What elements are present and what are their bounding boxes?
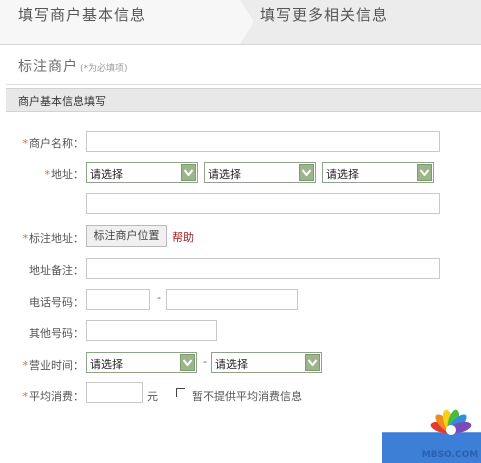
address-label: *地址： [44,168,85,181]
avg-cost-input[interactable] [86,382,143,403]
district-select[interactable]: 请选择 [322,162,434,183]
form-subheader-label: 商户基本信息填写 [18,95,106,108]
chevron-down-icon [417,164,432,181]
watermark-text: MBSO.COM [422,450,478,460]
chevron-down-icon [299,164,314,181]
address-note-label: 地址备注： [29,264,84,277]
section-title: 标注商户 (*为必填项) [18,59,128,75]
province-select[interactable]: 请选择 [86,162,198,183]
divider [6,84,481,85]
hours-end-select[interactable]: 请选择 [211,352,322,373]
step-1-label: 填写商户基本信息 [18,6,147,24]
address-detail-input[interactable] [86,193,440,214]
hours-label: *营业时间： [22,359,85,372]
hours-separator: - [203,355,207,368]
name-label: *商户名称： [22,137,85,150]
hours-start-select[interactable]: 请选择 [86,352,197,373]
no-avg-cost-checkbox[interactable] [176,388,185,397]
step-arrow [240,0,254,44]
step-2-label: 填写更多相关信息 [260,6,389,24]
no-avg-cost-label: 暂不提供平均消费信息 [192,390,302,403]
chevron-down-icon [180,354,195,371]
phone-separator: - [157,291,161,304]
merchant-name-input[interactable] [86,131,440,152]
city-select[interactable]: 请选择 [204,162,316,183]
chevron-down-icon [181,164,196,181]
avg-cost-unit: 元 [147,390,158,403]
required-note: (*为必填项) [80,64,128,74]
other-phone-input[interactable] [86,320,217,341]
phone-number-input[interactable] [166,289,298,310]
mark-address-label: *标注地址： [22,232,85,245]
form-subheader: 商户基本信息填写 [6,88,481,112]
mark-location-button[interactable]: 标注商户位置 [86,225,167,247]
chevron-down-icon [305,354,320,371]
avg-cost-label: *平均消费： [22,390,85,403]
other-phone-label: 其他号码： [29,327,84,340]
address-note-input[interactable] [86,258,440,279]
phone-area-input[interactable] [86,289,150,310]
watermark-logo: MBSO.COM [418,408,481,460]
phone-label: 电话号码： [29,296,84,309]
help-link[interactable]: 帮助 [172,229,194,245]
